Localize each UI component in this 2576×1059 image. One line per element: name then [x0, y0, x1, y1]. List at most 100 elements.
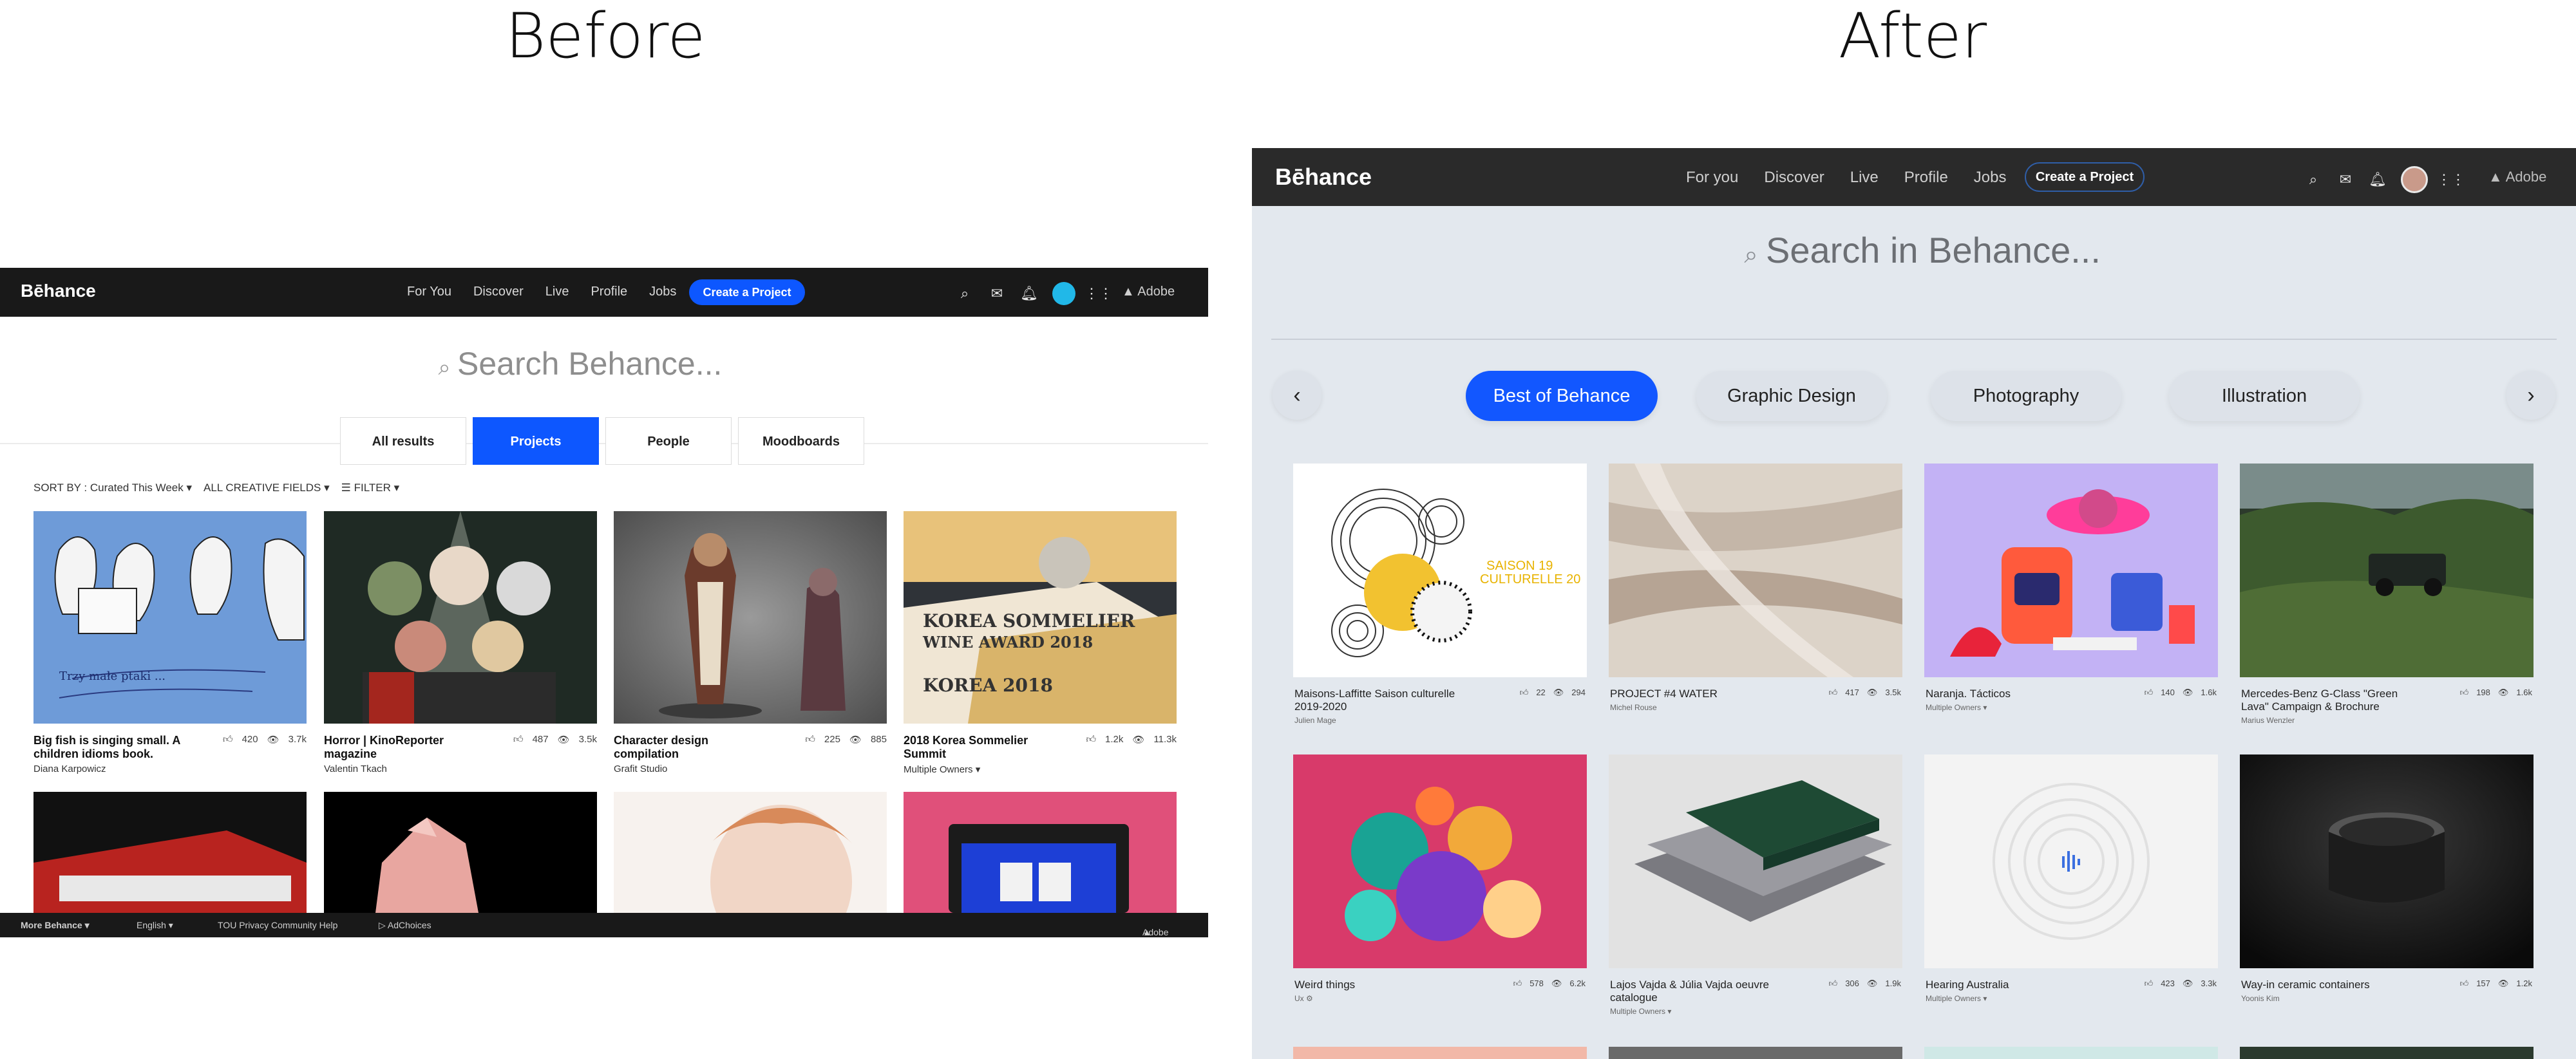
project-title[interactable]: PROJECT #4 WATER	[1610, 688, 1790, 700]
project-title[interactable]: Maisons-Laffitte Saison culturelle 2019-…	[1294, 688, 1475, 713]
project-owner[interactable]: Yoonis Kim	[2241, 994, 2280, 1003]
search-icon[interactable]: ⌕	[2304, 171, 2322, 189]
tab-all-results[interactable]: All results	[340, 417, 466, 465]
project-owner[interactable]: Michel Rouse	[1610, 703, 1657, 712]
project-thumbnail[interactable]	[904, 792, 1177, 913]
project-owner[interactable]: Julien Mage	[1294, 716, 1336, 725]
project-thumbnail[interactable]	[2240, 464, 2533, 677]
carousel-prev-button[interactable]: ‹	[1273, 371, 1321, 420]
mail-icon[interactable]: ✉	[2336, 171, 2354, 189]
avatar[interactable]	[2401, 166, 2428, 193]
tab-moodboards[interactable]: Moodboards	[738, 417, 864, 465]
category-pill-best-of-behance[interactable]: Best of Behance	[1466, 371, 1658, 421]
nav-for-you[interactable]: For You	[407, 285, 451, 299]
project-owner[interactable]: Grafit Studio	[614, 764, 667, 774]
behance-logo[interactable]: Bēhance	[21, 281, 96, 301]
project-title[interactable]: Weird things	[1294, 979, 1475, 991]
project-thumbnail[interactable]	[2240, 754, 2533, 968]
project-owner[interactable]: Multiple Owners ▾	[1610, 1007, 1671, 1016]
project-card[interactable]: Naranja. Tácticos Multiple Owners ▾ 👍︎ 14…	[1924, 464, 2218, 712]
project-title[interactable]: Big fish is singing small. A children id…	[33, 734, 194, 761]
adchoices-link[interactable]: ▷ AdChoices	[379, 920, 431, 931]
bell-icon[interactable]: 🔔︎	[2369, 171, 2387, 189]
nav-discover[interactable]: Discover	[473, 285, 524, 299]
category-pill-illustration[interactable]: Illustration	[2169, 371, 2360, 421]
avatar[interactable]	[1052, 282, 1075, 305]
project-title[interactable]: 2018 Korea Sommelier Summit	[904, 734, 1065, 761]
project-card[interactable]: Trzy małe ptaki ... Big fish is singing …	[33, 511, 307, 774]
project-thumbnail[interactable]	[1293, 1047, 1587, 1059]
project-card[interactable]: PROJECT #4 WATER Michel Rouse 👍︎ 417 👁︎ 3.5…	[1609, 464, 1902, 712]
project-owner[interactable]: Multiple Owners ▾	[904, 764, 980, 775]
tab-projects[interactable]: Projects	[473, 417, 599, 465]
more-behance-dropdown[interactable]: More Behance ▾	[21, 920, 90, 931]
search-input[interactable]: ⌕ Search in Behance...	[1736, 229, 2101, 271]
project-thumbnail[interactable]	[1609, 464, 1902, 677]
project-thumbnail[interactable]: SAISON 19 CULTURELLE 20	[1293, 464, 1587, 677]
tab-people[interactable]: People	[605, 417, 732, 465]
project-thumbnail[interactable]	[1924, 1047, 2218, 1059]
project-thumbnail[interactable]	[614, 792, 887, 913]
project-title[interactable]: Lajos Vajda & Júlia Vajda oeuvre catalog…	[1610, 979, 1790, 1004]
project-thumbnail[interactable]	[324, 511, 597, 724]
project-title[interactable]: Mercedes-Benz G-Class "Green Lava" Campa…	[2241, 688, 2421, 713]
project-title[interactable]: Character design compilation	[614, 734, 775, 761]
footer-links[interactable]: TOU Privacy Community Help	[218, 920, 337, 930]
search-icon[interactable]: ⌕	[956, 285, 974, 303]
project-thumbnail[interactable]	[1609, 754, 1902, 968]
project-title[interactable]: Horror | KinoReporter magazine	[324, 734, 485, 761]
project-card[interactable]: Horror | KinoReporter magazine Valentin …	[324, 511, 597, 774]
project-thumbnail[interactable]	[1293, 754, 1587, 968]
project-card[interactable]: Mercedes-Benz G-Class "Green Lava" Campa…	[2240, 464, 2533, 725]
project-thumbnail[interactable]: KOREA SOMMELIER WINE AWARD 2018 KOREA 20…	[904, 511, 1177, 724]
filter-dropdown[interactable]: ☰ FILTER ▾	[341, 482, 400, 494]
project-owner[interactable]: Multiple Owners ▾	[1926, 994, 1987, 1003]
project-title[interactable]: Way-in ceramic containers	[2241, 979, 2421, 991]
creative-fields-dropdown[interactable]: ALL CREATIVE FIELDS ▾	[204, 482, 330, 494]
mail-icon[interactable]: ✉	[988, 285, 1006, 303]
nav-live[interactable]: Live	[545, 285, 569, 299]
project-thumbnail[interactable]	[1924, 464, 2218, 677]
project-owner[interactable]: Valentin Tkach	[324, 764, 387, 774]
project-title[interactable]: Naranja. Tácticos	[1926, 688, 2106, 700]
project-card[interactable]: Character design compilation Grafit Stud…	[614, 511, 887, 774]
project-thumbnail[interactable]	[1609, 1047, 1902, 1059]
adobe-link[interactable]: ▲ Adobe	[2488, 169, 2546, 185]
project-owner[interactable]: Multiple Owners ▾	[1926, 703, 1987, 712]
nav-jobs[interactable]: Jobs	[649, 285, 676, 299]
apps-grid-icon[interactable]: ⋮⋮	[2437, 171, 2465, 189]
create-project-button[interactable]: Create a Project	[689, 279, 805, 305]
nav-for-you[interactable]: For you	[1686, 169, 1738, 187]
project-card[interactable]: Way-in ceramic containers Yoonis Kim 👍︎ 1…	[2240, 754, 2533, 1003]
search-input[interactable]: ⌕ Search Behance...	[431, 345, 722, 382]
carousel-next-button[interactable]: ›	[2506, 371, 2555, 420]
sort-dropdown[interactable]: SORT BY : Curated This Week ▾	[33, 482, 192, 494]
project-owner[interactable]: Ux ⚙	[1294, 994, 1313, 1003]
project-thumbnail[interactable]	[614, 511, 887, 724]
language-dropdown[interactable]: English ▾	[137, 920, 173, 931]
nav-profile[interactable]: Profile	[1904, 169, 1948, 187]
project-thumbnail[interactable]	[33, 792, 307, 913]
nav-jobs[interactable]: Jobs	[1974, 169, 2007, 187]
project-thumbnail[interactable]	[324, 792, 597, 913]
nav-discover[interactable]: Discover	[1764, 169, 1824, 187]
project-card[interactable]: KOREA SOMMELIER WINE AWARD 2018 KOREA 20…	[904, 511, 1177, 775]
behance-logo[interactable]: Bēhance	[1275, 164, 1372, 191]
project-thumbnail[interactable]: Trzy małe ptaki ...	[33, 511, 307, 724]
project-card[interactable]: Lajos Vajda & Júlia Vajda oeuvre catalog…	[1609, 754, 1902, 1016]
project-owner[interactable]: Marius Wenzler	[2241, 716, 2295, 725]
project-card[interactable]: Hearing Australia Multiple Owners ▾ 👍︎ 42…	[1924, 754, 2218, 1003]
project-thumbnail[interactable]	[2240, 1047, 2533, 1059]
nav-live[interactable]: Live	[1850, 169, 1879, 187]
apps-grid-icon[interactable]: ⋮⋮	[1084, 285, 1113, 303]
project-thumbnail[interactable]	[1924, 754, 2218, 968]
bell-icon[interactable]: 🔔︎	[1020, 285, 1038, 303]
adobe-link[interactable]: ▲ Adobe	[1122, 285, 1175, 299]
create-project-button[interactable]: Create a Project	[2025, 162, 2145, 192]
project-card[interactable]: SAISON 19 CULTURELLE 20 Maisons-Laffitte…	[1293, 464, 1587, 725]
project-card[interactable]: Weird things Ux ⚙ 👍︎ 578 👁︎ 6.2k	[1293, 754, 1587, 1003]
project-owner[interactable]: Diana Karpowicz	[33, 764, 106, 774]
category-pill-graphic-design[interactable]: Graphic Design	[1696, 371, 1887, 421]
nav-profile[interactable]: Profile	[591, 285, 627, 299]
project-title[interactable]: Hearing Australia	[1926, 979, 2106, 991]
